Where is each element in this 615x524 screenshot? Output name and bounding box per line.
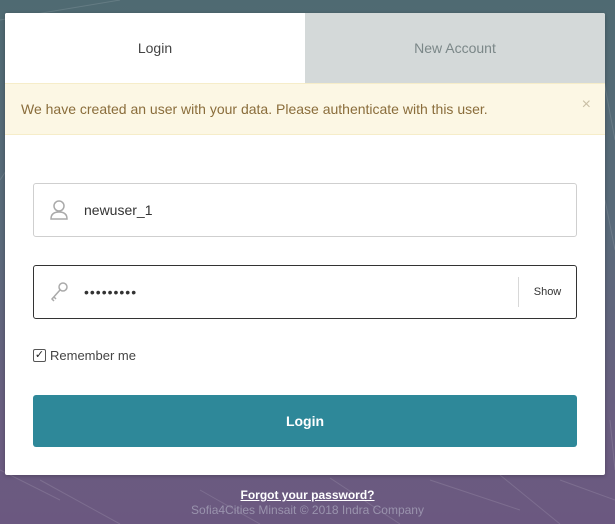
login-button[interactable]: Login	[33, 395, 577, 447]
alert-message: We have created an user with your data. …	[21, 101, 488, 117]
username-value[interactable]: newuser_1	[84, 202, 576, 218]
user-icon	[34, 199, 84, 221]
password-value[interactable]: •••••••••	[84, 284, 518, 300]
copyright-text: Sofia4Cities Minsait © 2018 Indra Compan…	[191, 503, 424, 517]
remember-label[interactable]: Remember me	[50, 348, 136, 363]
tab-new-account[interactable]: New Account	[305, 13, 605, 83]
key-icon	[34, 281, 84, 303]
remember-me[interactable]: ✓ Remember me	[33, 348, 136, 363]
show-password-button[interactable]: Show	[518, 277, 576, 307]
login-card: Login New Account We have created an use…	[5, 13, 605, 475]
info-alert: We have created an user with your data. …	[5, 83, 605, 135]
username-field[interactable]: newuser_1	[33, 183, 577, 237]
close-icon[interactable]: ×	[582, 96, 591, 114]
auth-tabs: Login New Account	[5, 13, 605, 83]
password-field[interactable]: ••••••••• Show	[33, 265, 577, 319]
tab-login[interactable]: Login	[5, 13, 305, 83]
remember-checkbox[interactable]: ✓	[33, 349, 46, 362]
forgot-password-link[interactable]: Forgot your password?	[0, 488, 615, 502]
